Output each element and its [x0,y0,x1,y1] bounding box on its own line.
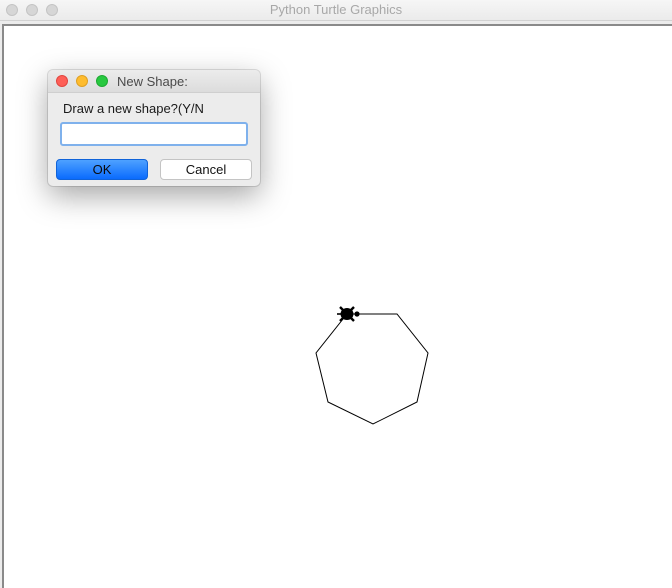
ok-button[interactable]: OK [56,159,148,180]
turtle-icon [337,306,360,322]
heptagon-shape [315,313,429,425]
new-shape-dialog: New Shape: Draw a new shape?(Y/N OK Canc… [48,70,260,186]
dialog-title: New Shape: [117,74,188,89]
maximize-button[interactable] [96,75,108,87]
close-button[interactable] [56,75,68,87]
shape-answer-input[interactable] [60,122,248,146]
dialog-titlebar[interactable]: New Shape: [48,70,260,93]
prompt-label: Draw a new shape?(Y/N [63,101,204,116]
cancel-button[interactable]: Cancel [160,159,252,180]
main-window-titlebar: Python Turtle Graphics [0,0,672,21]
minimize-button[interactable] [76,75,88,87]
window-title: Python Turtle Graphics [269,2,403,17]
